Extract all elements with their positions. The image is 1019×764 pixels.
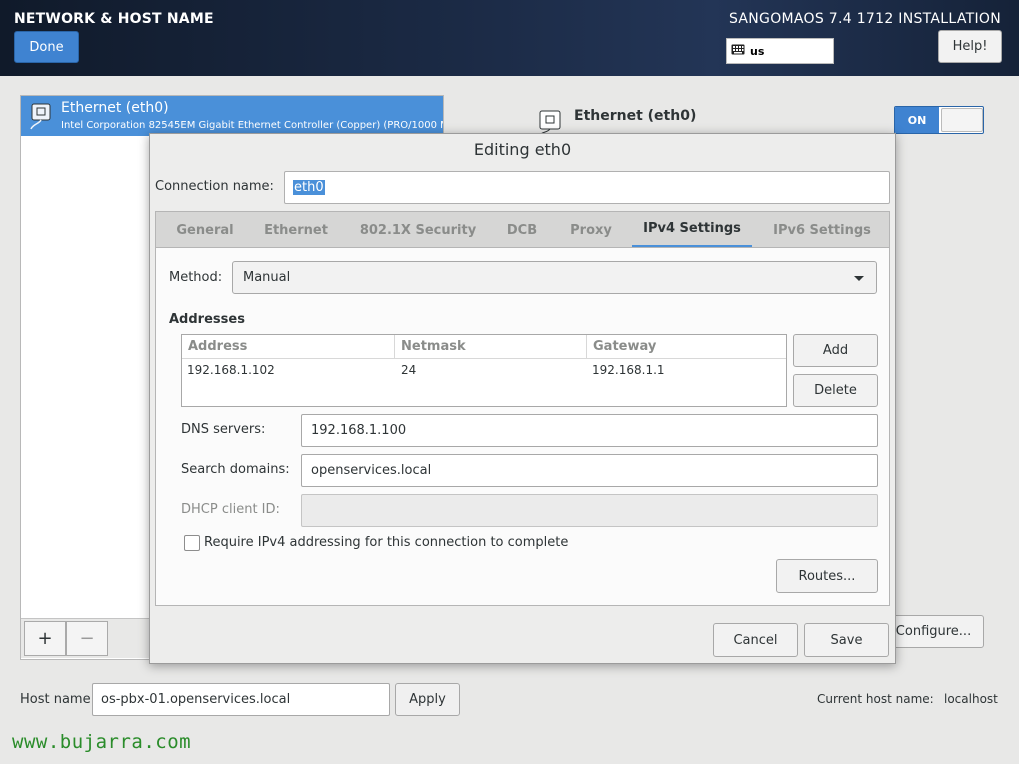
done-button[interactable]: Done [14,31,79,63]
connection-name-label: Connection name: [155,179,274,194]
search-domains-label: Search domains: [181,462,290,477]
address-cell[interactable]: 192.168.1.102 [187,363,275,377]
keyboard-icon [731,44,745,59]
keyboard-layout-indicator[interactable]: us [726,38,834,64]
require-ipv4-checkbox[interactable] [184,535,200,551]
product-title: SANGOMAOS 7.4 1712 INSTALLATION [728,11,1001,27]
tab-8021x-security[interactable]: 802.1X Security [346,212,490,248]
device-name: Ethernet (eth0) [61,100,169,116]
tab-ipv4-settings[interactable]: IPv4 Settings [632,212,752,248]
device-on-off-switch[interactable]: ON [894,106,984,134]
addresses-heading: Addresses [169,312,245,327]
connection-name-selected-text: eth0 [293,180,325,195]
add-device-button[interactable]: + [24,621,66,656]
dhcp-client-id-input [301,494,878,527]
dns-servers-input[interactable]: 192.168.1.100 [301,414,878,447]
cancel-button[interactable]: Cancel [713,623,798,657]
keyboard-layout-label: us [750,44,765,58]
page-title: NETWORK & HOST NAME [14,11,214,27]
watermark: www.bujarra.com [12,731,192,753]
method-dropdown[interactable]: Manual [232,261,877,294]
search-domains-input[interactable]: openservices.local [301,454,878,487]
apply-button[interactable]: Apply [395,683,460,716]
require-ipv4-label[interactable]: Require IPv4 addressing for this connect… [204,535,568,550]
tab-dcb[interactable]: DCB [496,212,548,248]
dialog-title: Editing eth0 [473,140,572,159]
device-description: Intel Corporation 82545EM Gigabit Ethern… [61,120,443,131]
current-host-name-value: localhost [944,692,998,706]
column-header-gateway[interactable]: Gateway [587,335,786,359]
current-host-name-label: Current host name: [817,692,934,706]
method-label: Method: [169,270,223,285]
gateway-cell[interactable]: 192.168.1.1 [592,363,665,377]
dns-servers-label: DNS servers: [181,422,266,437]
delete-address-button[interactable]: Delete [793,374,878,407]
ethernet-icon [29,102,55,134]
switch-on-label: ON [895,107,939,133]
editing-connection-dialog: Editing eth0 Connection name: eth0 Gener… [149,133,896,664]
save-button[interactable]: Save [804,623,889,657]
routes-button[interactable]: Routes... [776,559,878,593]
tab-proxy[interactable]: Proxy [556,212,626,248]
tab-ipv6-settings[interactable]: IPv6 Settings [760,212,884,248]
column-header-address[interactable]: Address [182,335,395,359]
addresses-table[interactable]: Address Netmask Gateway 192.168.1.102 24… [181,334,787,407]
configure-button[interactable]: Configure... [883,615,984,648]
host-name-label: Host name: [20,692,95,707]
switch-knob [941,108,983,132]
device-list-item-eth0[interactable]: Ethernet (eth0) Intel Corporation 82545E… [21,96,443,136]
add-address-button[interactable]: Add [793,334,878,367]
chevron-down-icon [854,276,864,281]
host-name-input[interactable] [92,683,390,716]
ipv4-settings-panel: Method: Manual Addresses Address Netmask… [155,247,890,606]
device-title: Ethernet (eth0) [574,108,697,124]
tab-ethernet[interactable]: Ethernet [252,212,340,248]
tab-general[interactable]: General [162,212,248,248]
method-selected-value: Manual [243,270,291,285]
connection-name-input[interactable]: eth0 [284,171,890,204]
netmask-cell[interactable]: 24 [401,363,416,377]
column-header-netmask[interactable]: Netmask [395,335,587,359]
settings-tabs: General Ethernet 802.1X Security DCB Pro… [155,211,890,248]
dhcp-client-id-label: DHCP client ID: [181,502,280,517]
remove-device-button[interactable]: − [66,621,108,656]
help-button[interactable]: Help! [938,30,1002,63]
